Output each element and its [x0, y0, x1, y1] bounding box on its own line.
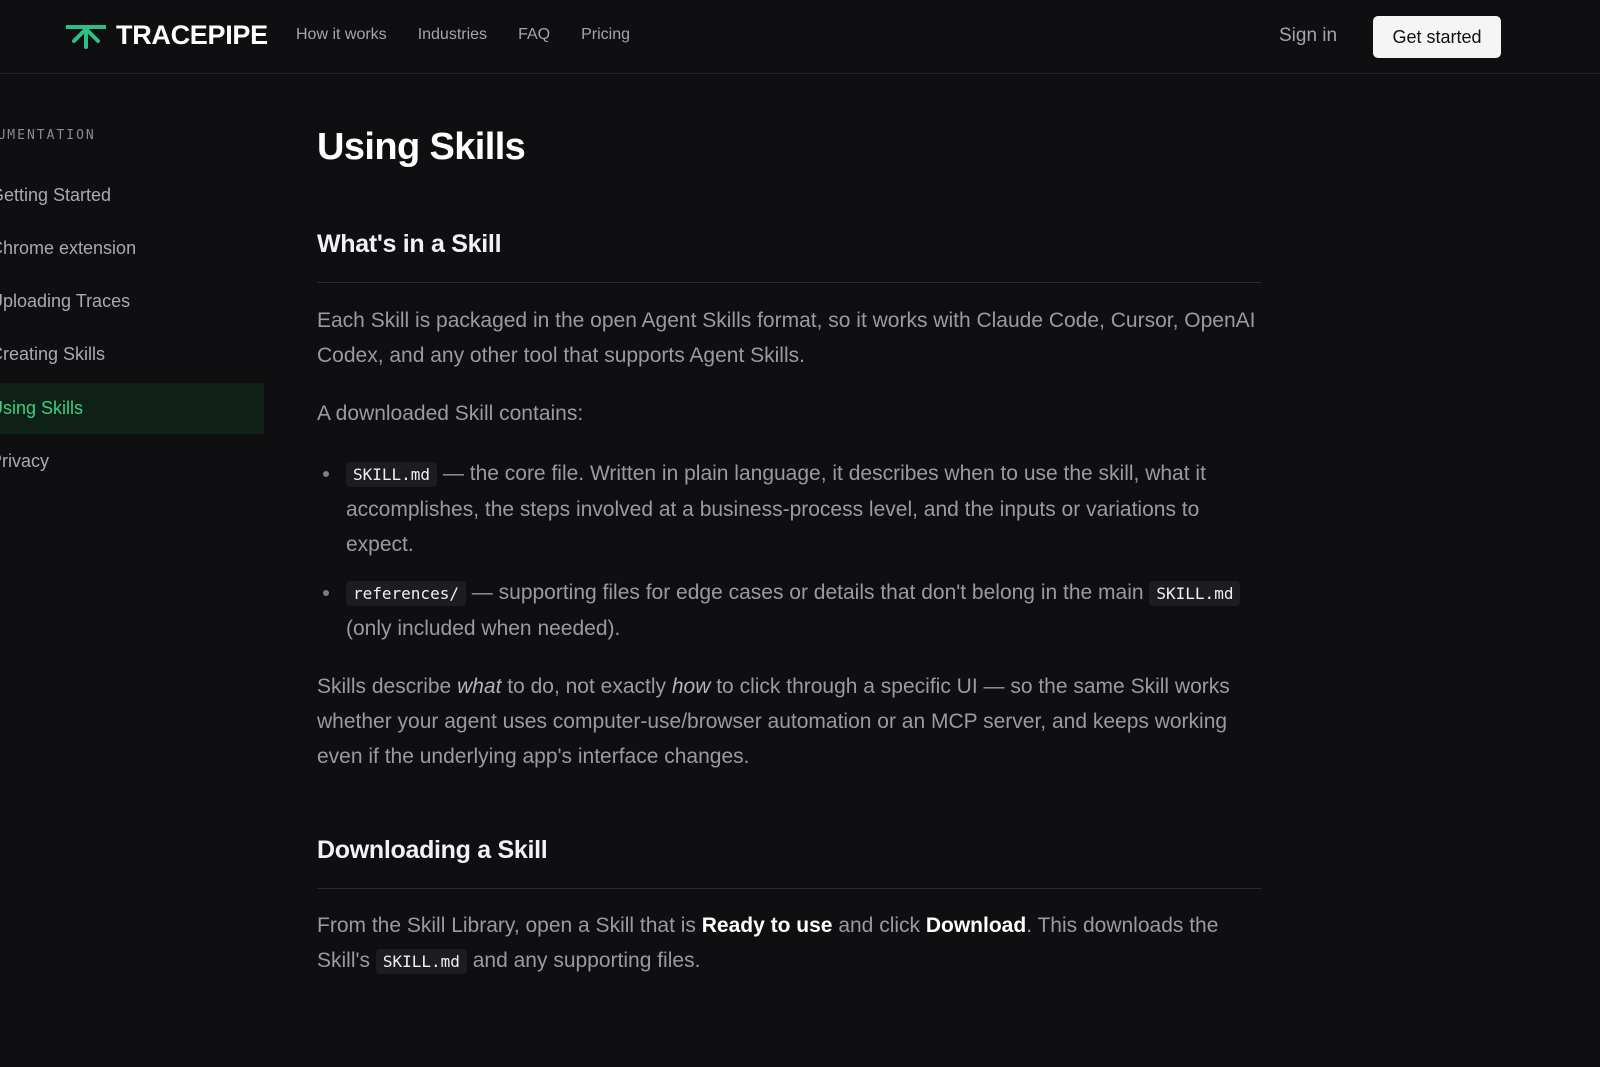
emphasis-how: how: [671, 675, 711, 698]
code-skill-md: SKILL.md: [375, 949, 467, 974]
contains-label-block: A downloaded Skill contains:: [317, 396, 1261, 431]
text-span: From the Skill Library, open a Skill tha…: [317, 914, 702, 937]
nav-pricing[interactable]: Pricing: [581, 26, 630, 44]
list-item: references/ — supporting files for edge …: [317, 575, 1261, 646]
sidebar-item-label: Getting Started: [0, 185, 112, 205]
sidebar-item-getting-started[interactable]: Getting Started: [0, 170, 264, 221]
sign-in-link[interactable]: Sign in: [1279, 25, 1337, 47]
download-paragraph: From the Skill Library, open a Skill tha…: [317, 908, 1261, 979]
sidebar-item-label: Chrome extension: [0, 238, 137, 258]
emphasis-what: what: [457, 675, 502, 698]
get-started-button[interactable]: Get started: [1373, 16, 1501, 58]
sidebar-item-label: Privacy: [0, 451, 50, 471]
top-nav-bar: TRACEPIPE How it works Industries FAQ Pr…: [0, 0, 1600, 74]
section-heading-wrap: What's in a Skill: [317, 230, 1261, 283]
nav-faq[interactable]: FAQ: [518, 26, 550, 44]
intro-paragraph: Each Skill is packaged in the open Agent…: [317, 309, 1256, 367]
page-title: Using Skills: [317, 126, 526, 168]
text-span: and any supporting files.: [466, 949, 701, 972]
contains-label: A downloaded Skill contains:: [317, 402, 584, 425]
sidebar-item-chrome-extension[interactable]: Chrome extension: [0, 223, 264, 274]
list-item-text: (only included when needed).: [346, 617, 621, 640]
brand-logo-link[interactable]: TRACEPIPE: [66, 20, 268, 51]
section-heading-whats-in-a-skill: What's in a Skill: [317, 230, 502, 258]
sidebar-item-using-skills[interactable]: Using Skills: [0, 383, 264, 434]
contents-list-block: SKILL.md — the core file. Written in pla…: [317, 456, 1261, 646]
text-span: Skills describe: [317, 675, 458, 698]
code-skill-md: SKILL.md: [346, 462, 438, 487]
sidebar-section-label: DOCUMENTATION: [0, 128, 96, 143]
nav-industries[interactable]: Industries: [418, 26, 487, 44]
list-item: SKILL.md — the core file. Written in pla…: [317, 456, 1261, 562]
section-heading-downloading-a-skill: Downloading a Skill: [317, 836, 548, 864]
strong-ready-to-use: Ready to use: [701, 914, 833, 937]
text-span: and click: [832, 914, 926, 937]
sidebar-item-label: Uploading Traces: [0, 291, 131, 311]
sidebar-item-creating-skills[interactable]: Creating Skills: [0, 329, 264, 380]
list-item-text: — the core file. Written in plain langua…: [346, 462, 1206, 556]
closing-paragraph-block: Skills describe what to do, not exactly …: [317, 669, 1261, 774]
section-heading-wrap: Downloading a Skill: [317, 836, 1261, 889]
section-intro: Each Skill is packaged in the open Agent…: [317, 303, 1261, 373]
nav-how-it-works[interactable]: How it works: [296, 26, 387, 44]
sidebar-item-label: Using Skills: [0, 398, 84, 418]
contents-list: SKILL.md — the core file. Written in pla…: [317, 456, 1261, 646]
list-item-text: — supporting files for edge cases or det…: [465, 581, 1150, 604]
code-references: references/: [346, 581, 466, 606]
sidebar-item-uploading-traces[interactable]: Uploading Traces: [0, 276, 264, 327]
text-span: to do, not exactly: [501, 675, 672, 698]
primary-nav: How it works Industries FAQ Pricing: [296, 26, 661, 44]
sidebar-item-label: Creating Skills: [0, 344, 106, 364]
strong-download: Download: [925, 914, 1027, 937]
sidebar-item-privacy[interactable]: Privacy: [0, 436, 264, 487]
download-paragraph-block: From the Skill Library, open a Skill tha…: [317, 908, 1261, 979]
closing-paragraph: Skills describe what to do, not exactly …: [317, 669, 1261, 774]
brand-name: TRACEPIPE: [116, 20, 268, 50]
code-skill-md: SKILL.md: [1149, 581, 1241, 606]
tracepipe-logo-icon: [66, 24, 106, 49]
